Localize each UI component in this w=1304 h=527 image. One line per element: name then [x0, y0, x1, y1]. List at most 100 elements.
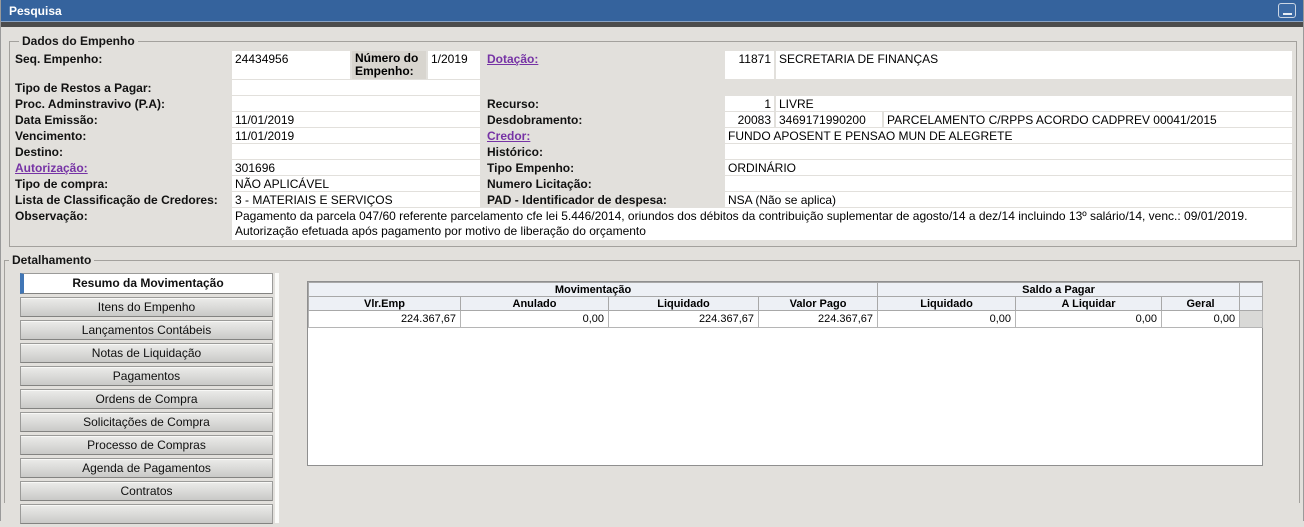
destino-label: Destino:: [15, 144, 232, 159]
cell-liquidado: 224.367,67: [609, 311, 759, 328]
data-emissao-label: Data Emissão:: [15, 112, 232, 127]
tab-partial-clipped[interactable]: [20, 504, 273, 524]
restos-field[interactable]: [232, 80, 480, 95]
row-autorizacao: Autorização: 301696 Tipo Empenho: ORDINÁ…: [15, 160, 1292, 175]
tab-processo-de-compras[interactable]: Processo de Compras: [20, 435, 273, 455]
row-destino: Destino: Histórico:: [15, 144, 1292, 159]
group-header-movimentacao: Movimentação: [309, 283, 878, 297]
observacao-line2: Autorização efetuada após pagamento por …: [235, 224, 1289, 239]
historico-label: Histórico:: [480, 144, 725, 159]
autorizacao-link[interactable]: Autorização:: [15, 161, 88, 175]
window-title: Pesquisa: [9, 4, 62, 18]
observacao-label: Observação:: [15, 208, 232, 240]
row-restos-a-pagar: Tipo de Restos a Pagar:: [15, 80, 1292, 95]
detalhamento-legend: Detalhamento: [9, 253, 94, 267]
table-group-header-row: Movimentação Saldo a Pagar: [309, 283, 1263, 297]
tab-agenda-de-pagamentos[interactable]: Agenda de Pagamentos: [20, 458, 273, 478]
col-header-geral: Geral: [1162, 297, 1240, 311]
seq-empenho-label: Seq. Empenho:: [15, 51, 232, 79]
col-header-valor-pago: Valor Pago: [759, 297, 878, 311]
sidebar-divider: [275, 273, 279, 523]
cell-a-liquidar: 0,00: [1016, 311, 1162, 328]
group-header-saldo-a-pagar: Saldo a Pagar: [878, 283, 1240, 297]
title-bar: Pesquisa: [1, 0, 1303, 22]
col-header-saldo-liquidado: Liquidado: [878, 297, 1016, 311]
numero-empenho-field[interactable]: 1/2019: [428, 51, 480, 79]
tab-itens-do-empenho[interactable]: Itens do Empenho: [20, 297, 273, 317]
lista-classificacao-label: Lista de Classificação de Credores:: [15, 192, 232, 207]
col-header-anulado: Anulado: [461, 297, 609, 311]
tab-pagamentos[interactable]: Pagamentos: [20, 366, 273, 386]
observacao-field[interactable]: Pagamento da parcela 047/60 referente pa…: [232, 208, 1292, 240]
observacao-line1: Pagamento da parcela 047/60 referente pa…: [235, 209, 1289, 224]
col-header-spacer: [1240, 297, 1263, 311]
movimentacao-table: Movimentação Saldo a Pagar Vlr.Emp Anula…: [308, 282, 1263, 328]
proc-field[interactable]: [232, 96, 480, 111]
cell-valor-pago: 224.367,67: [759, 311, 878, 328]
recurso-label: Recurso:: [480, 96, 725, 111]
vencimento-field[interactable]: 11/01/2019: [232, 128, 480, 143]
restos-label: Tipo de Restos a Pagar:: [15, 80, 232, 95]
detalhamento-fieldset: Detalhamento Resumo da Movimentação Iten…: [4, 253, 1300, 503]
table-column-header-row: Vlr.Emp Anulado Liquidado Valor Pago Liq…: [309, 297, 1263, 311]
row-tipo-compra: Tipo de compra: NÃO APLICÁVEL Numero Lic…: [15, 176, 1292, 191]
pad-field[interactable]: NSA (Não se aplica): [725, 192, 1292, 207]
seq-empenho-field[interactable]: 24434956: [232, 51, 350, 79]
autorizacao-field[interactable]: 301696: [232, 160, 480, 175]
cell-scroll-stub: [1240, 311, 1263, 328]
numero-licitacao-field[interactable]: [725, 176, 1292, 191]
desdobramento-name-field[interactable]: PARCELAMENTO C/RPPS ACORDO CADPREV 00041…: [884, 112, 1292, 127]
tab-resumo-da-movimentacao[interactable]: Resumo da Movimentação: [20, 273, 273, 294]
credor-field[interactable]: FUNDO APOSENT E PENSAO MUN DE ALEGRETE: [725, 128, 1292, 143]
pad-label: PAD - Identificador de despesa:: [480, 192, 725, 207]
desdobramento-label: Desdobramento:: [480, 112, 725, 127]
minimize-button[interactable]: [1278, 3, 1296, 18]
proc-label: Proc. Adminstravivo (P.A):: [15, 96, 232, 111]
col-header-vlr-emp: Vlr.Emp: [309, 297, 461, 311]
pesquisa-window: Pesquisa Dados do Empenho Seq. Empenho: …: [0, 0, 1304, 521]
dotacao-name-field[interactable]: SECRETARIA DE FINANÇAS: [776, 51, 1292, 79]
numero-empenho-label: Número do Empenho:: [352, 51, 426, 79]
cell-vlr-emp: 224.367,67: [309, 311, 461, 328]
row-seq-empenho: Seq. Empenho: 24434956 Número do Empenho…: [15, 51, 1292, 79]
vencimento-label: Vencimento:: [15, 128, 232, 143]
desdobramento-code-field[interactable]: 20083: [725, 112, 774, 127]
recurso-name-field[interactable]: LIVRE: [776, 96, 1292, 111]
credor-link[interactable]: Credor:: [487, 129, 530, 143]
tab-ordens-de-compra[interactable]: Ordens de Compra: [20, 389, 273, 409]
data-emissao-field[interactable]: 11/01/2019: [232, 112, 480, 127]
detalhamento-sidebar: Resumo da Movimentação Itens do Empenho …: [20, 273, 273, 527]
numero-licitacao-label: Numero Licitação:: [480, 176, 725, 191]
tab-lancamentos-contabeis[interactable]: Lançamentos Contábeis: [20, 320, 273, 340]
cell-geral: 0,00: [1162, 311, 1240, 328]
desdobramento-code2-field[interactable]: 3469171990200: [776, 112, 882, 127]
row-observacao: Observação: Pagamento da parcela 047/60 …: [15, 208, 1292, 240]
destino-field[interactable]: [232, 144, 480, 159]
tab-solicitacoes-de-compra[interactable]: Solicitações de Compra: [20, 412, 273, 432]
group-header-spacer: [1240, 283, 1263, 297]
row-data-emissao: Data Emissão: 11/01/2019 Desdobramento: …: [15, 112, 1292, 127]
col-header-liquidado: Liquidado: [609, 297, 759, 311]
dados-do-empenho-legend: Dados do Empenho: [19, 34, 138, 48]
minimize-icon: [1283, 13, 1292, 15]
dotacao-code-field[interactable]: 11871: [725, 51, 774, 79]
titlebar-shadow-divider: [1, 22, 1303, 27]
row-vencimento: Vencimento: 11/01/2019 Credor: FUNDO APO…: [15, 128, 1292, 143]
table-row: 224.367,67 0,00 224.367,67 224.367,67 0,…: [309, 311, 1263, 328]
historico-field[interactable]: [725, 144, 1292, 159]
dados-do-empenho-fieldset: Dados do Empenho Seq. Empenho: 24434956 …: [9, 34, 1297, 247]
dotacao-link[interactable]: Dotação:: [487, 52, 538, 66]
row-proc-administrativo: Proc. Adminstravivo (P.A): Recurso: 1 LI…: [15, 96, 1292, 111]
tab-contratos[interactable]: Contratos: [20, 481, 273, 501]
row-lista-classificacao: Lista de Classificação de Credores: 3 - …: [15, 192, 1292, 207]
tipo-empenho-field[interactable]: ORDINÁRIO: [725, 160, 1292, 175]
lista-classificacao-field[interactable]: 3 - MATERIAIS E SERVIÇOS: [232, 192, 480, 207]
tab-notas-de-liquidacao[interactable]: Notas de Liquidação: [20, 343, 273, 363]
resumo-movimentacao-grid: Movimentação Saldo a Pagar Vlr.Emp Anula…: [307, 281, 1263, 466]
recurso-code-field[interactable]: 1: [725, 96, 774, 111]
cell-saldo-liquidado: 0,00: [878, 311, 1016, 328]
tipo-empenho-label: Tipo Empenho:: [480, 160, 725, 175]
col-header-a-liquidar: A Liquidar: [1016, 297, 1162, 311]
cell-anulado: 0,00: [461, 311, 609, 328]
tipo-compra-field[interactable]: NÃO APLICÁVEL: [232, 176, 480, 191]
